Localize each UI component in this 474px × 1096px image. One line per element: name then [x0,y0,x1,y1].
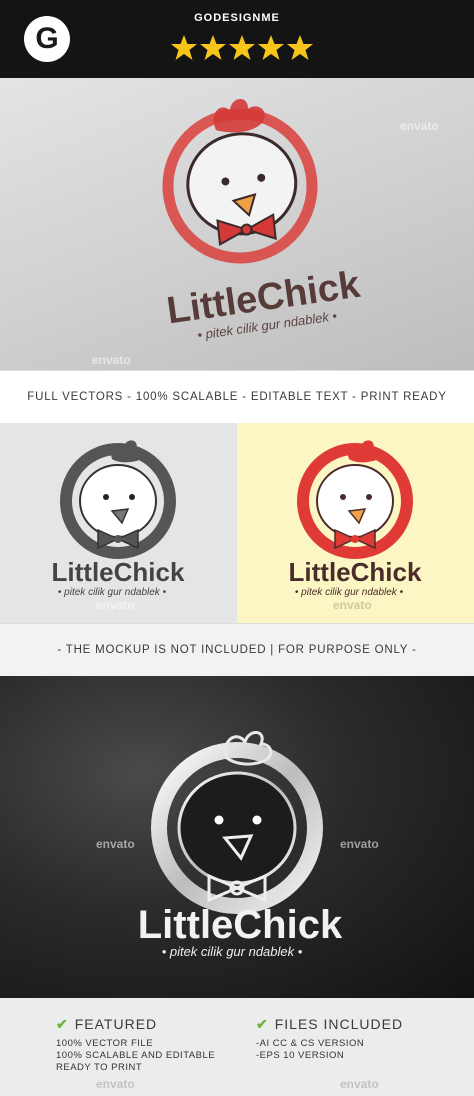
envato-watermark: envato [400,119,439,133]
disclaimer-banner-text: - THE MOCKUP IS NOT INCLUDED | FOR PURPO… [57,644,417,656]
star-icon [229,35,255,60]
star-icon [287,35,313,60]
logo-color-panel: LittleChick • pitek cilik gur ndablek • … [237,423,474,623]
logo-tagline: • pitek cilik gur ndablek • [295,587,404,598]
envato-watermark: envato [340,1077,379,1091]
logo-wordmark: LittleChick [138,903,343,947]
envato-watermark: envato [96,598,135,612]
rating-stars [171,35,313,60]
paper-mockup: LittleChick • pitek cilik gur ndablek • … [0,78,474,370]
logo-wordmark: LittleChick [289,557,422,587]
header-bar: G GODESIGNME [0,0,474,78]
envato-watermark: envato [340,837,379,851]
envato-watermark: envato [96,1077,135,1091]
disclaimer-banner: - THE MOCKUP IS NOT INCLUDED | FOR PURPO… [0,623,474,677]
logo-wordmark: LittleChick [52,557,185,587]
author-name[interactable]: GODESIGNME [0,12,474,24]
envato-watermark: envato [333,598,372,612]
features-banner-text: FULL VECTORS - 100% SCALABLE - EDITABLE … [27,391,447,403]
star-icon [171,35,197,60]
dark-mockup: LittleChick • pitek cilik gur ndablek • … [0,676,474,998]
comb-icon [213,99,265,133]
star-icon [258,35,284,60]
features-banner: FULL VECTORS - 100% SCALABLE - EDITABLE … [0,370,474,424]
footer-info: ✔ FEATURED 100% VECTOR FILE 100% SCALABLE… [0,998,474,1096]
logo-grayscale-panel: LittleChick • pitek cilik gur ndablek • … [0,423,237,623]
envato-watermark: envato [92,353,131,367]
envato-watermark: envato [96,837,135,851]
star-icon [200,35,226,60]
logo-tagline: • pitek cilik gur ndablek • [162,944,303,959]
logo-tagline: • pitek cilik gur ndablek • [58,587,167,598]
preview-page: G GODESIGNME LittleChick • pitek cilik g… [0,0,474,1096]
